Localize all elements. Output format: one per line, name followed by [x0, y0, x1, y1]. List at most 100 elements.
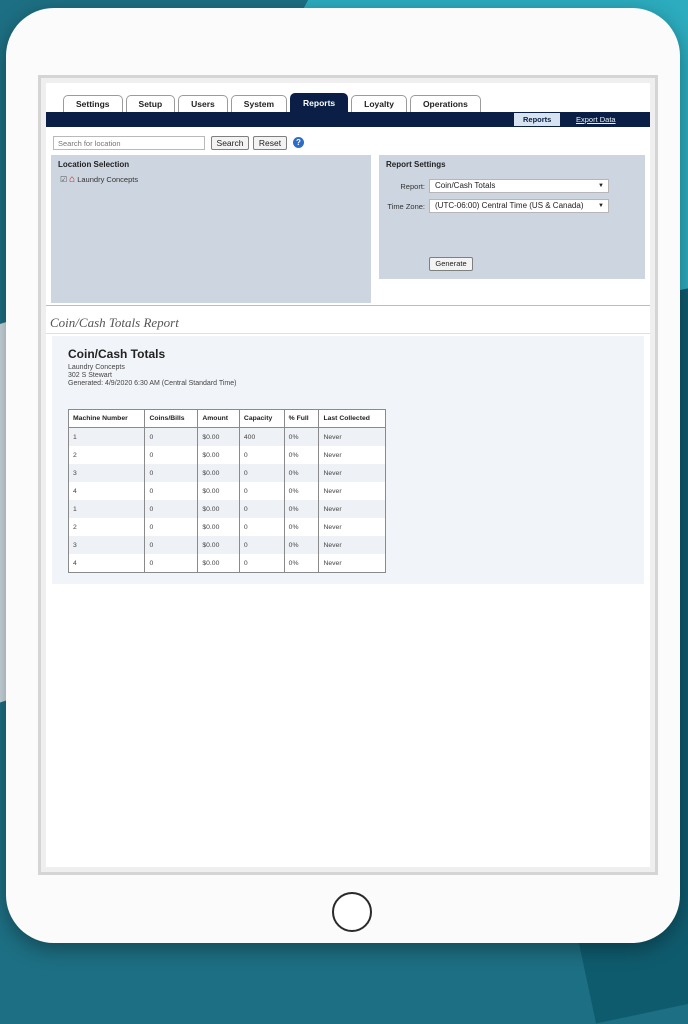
cell: 0 [144, 536, 199, 554]
cell: $0.00 [197, 554, 240, 573]
table-row: 4 0 $0.00 0 0% Never [67, 554, 386, 573]
report-settings-panel: Report Settings Report: Coin/Cash Totals… [379, 155, 645, 279]
cell: $0.00 [197, 518, 240, 536]
col-capacity: Capacity [238, 409, 285, 428]
generate-button[interactable]: Generate [429, 257, 473, 271]
tablet-screen: Settings Setup Users System Reports Loya… [38, 75, 658, 875]
cell: 0% [283, 518, 320, 536]
report-output: Coin/Cash Totals Laundry Concepts 302 S … [52, 336, 644, 584]
cell: 0 [144, 518, 199, 536]
timezone-select[interactable]: (UTC-06:00) Central Time (US & Canada) ▼ [429, 199, 609, 213]
cell: 0 [144, 464, 199, 482]
tab-users[interactable]: Users [178, 95, 228, 112]
cell: 0% [283, 554, 320, 573]
tab-reports[interactable]: Reports [290, 93, 349, 112]
tab-operations[interactable]: Operations [409, 95, 481, 112]
tab-loyalty[interactable]: Loyalty [351, 95, 407, 112]
cell: 0 [238, 446, 285, 464]
report-table: Machine Number Coins/Bills Amount Capaci… [67, 409, 386, 573]
table-row: 1 0 $0.00 0 0% Never [67, 500, 386, 518]
cell: 0 [238, 500, 285, 518]
reset-button[interactable]: Reset [253, 136, 287, 150]
main-tabs: Settings Setup Users System Reports Loya… [63, 93, 481, 112]
cell: 2 [67, 446, 146, 464]
cell: 0% [283, 482, 320, 500]
table-row: 2 0 $0.00 0 0% Never [67, 518, 386, 536]
report-select[interactable]: Coin/Cash Totals ▼ [429, 179, 609, 193]
col-percent-full: % Full [283, 409, 320, 428]
divider [46, 305, 650, 306]
house-icon: ⌂ [69, 174, 76, 185]
cell: $0.00 [197, 536, 240, 554]
cell: 0 [238, 536, 285, 554]
cell: 0 [238, 482, 285, 500]
cell: 400 [238, 427, 285, 446]
cell: 0 [238, 464, 285, 482]
cell: Never [318, 518, 386, 536]
timezone-label: Time Zone: [387, 202, 425, 211]
sub-navigation: Reports Export Data [46, 112, 650, 127]
timezone-select-value: (UTC-06:00) Central Time (US & Canada) [435, 201, 584, 210]
cell: Never [318, 500, 386, 518]
cell: Never [318, 464, 386, 482]
export-data-link[interactable]: Export Data [576, 113, 616, 126]
col-amount: Amount [197, 409, 240, 428]
checkbox-icon[interactable]: ☑ [60, 175, 67, 184]
cell: 0% [283, 500, 320, 518]
report-title: Coin/Cash Totals [68, 347, 166, 361]
location-name: Laundry Concepts [77, 175, 139, 184]
col-last-collected: Last Collected [318, 409, 386, 428]
chevron-down-icon: ▼ [598, 203, 604, 209]
cell: 4 [67, 482, 146, 500]
cell: Never [318, 427, 386, 446]
tab-setup[interactable]: Setup [125, 95, 176, 112]
cell: Never [318, 536, 386, 554]
report-heading: Coin/Cash Totals Report [50, 315, 179, 330]
cell: Never [318, 554, 386, 573]
chevron-down-icon: ▼ [598, 183, 604, 189]
help-icon[interactable]: ? [293, 137, 304, 148]
cell: $0.00 [197, 482, 240, 500]
table-header-row: Machine Number Coins/Bills Amount Capaci… [67, 409, 386, 428]
location-selection-title: Location Selection [58, 160, 130, 169]
cell: 2 [67, 518, 146, 536]
cell: 0% [283, 446, 320, 464]
cell: 3 [67, 464, 146, 482]
report-company: Laundry Concepts [68, 364, 125, 371]
table-row: 2 0 $0.00 0 0% Never [67, 446, 386, 464]
subtab-reports[interactable]: Reports [514, 113, 561, 126]
cell: 3 [67, 536, 146, 554]
home-button[interactable] [332, 892, 372, 932]
app-window: Settings Setup Users System Reports Loya… [46, 83, 650, 867]
cell: 0 [144, 554, 199, 573]
cell: 1 [67, 500, 146, 518]
report-address: 302 S Stewart [68, 372, 112, 379]
cell: Never [318, 482, 386, 500]
cell: $0.00 [197, 464, 240, 482]
report-generated: Generated: 4/9/2020 6:30 AM (Central Sta… [68, 380, 237, 387]
cell: 0% [283, 464, 320, 482]
cell: 0% [283, 427, 320, 446]
tab-system[interactable]: System [230, 95, 288, 112]
search-button[interactable]: Search [211, 136, 249, 150]
cell: 0 [144, 482, 199, 500]
cell: 0 [238, 518, 285, 536]
cell: $0.00 [197, 446, 240, 464]
cell: 0 [144, 500, 199, 518]
cell: 0 [238, 554, 285, 573]
cell: $0.00 [197, 500, 240, 518]
location-selection-panel: Location Selection ☑ ⌂ Laundry Concepts [51, 155, 371, 303]
tab-settings[interactable]: Settings [63, 95, 123, 112]
cell: 0 [144, 446, 199, 464]
divider [46, 333, 650, 334]
cell: 1 [67, 427, 146, 446]
location-search-input[interactable] [53, 136, 205, 150]
report-settings-title: Report Settings [386, 160, 446, 169]
cell: 0% [283, 536, 320, 554]
table-row: 3 0 $0.00 0 0% Never [67, 536, 386, 554]
report-select-value: Coin/Cash Totals [435, 181, 496, 190]
col-coins-bills: Coins/Bills [144, 409, 199, 428]
col-machine-number: Machine Number [67, 409, 146, 428]
cell: $0.00 [197, 427, 240, 446]
location-tree-item[interactable]: ☑ ⌂ Laundry Concepts [60, 174, 139, 185]
